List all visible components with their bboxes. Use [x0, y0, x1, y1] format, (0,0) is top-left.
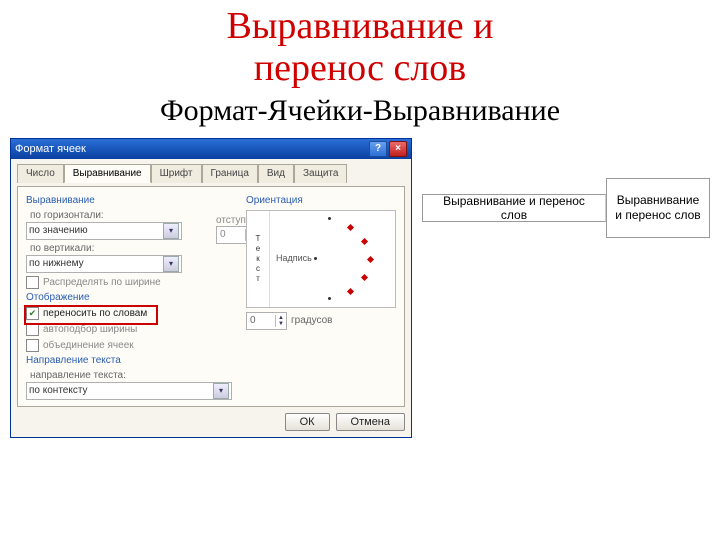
- help-button[interactable]: ?: [369, 141, 387, 157]
- chevron-down-icon: ▾: [163, 256, 179, 272]
- spin-degrees[interactable]: 0 ▲▼: [246, 312, 287, 330]
- dialog-titlebar: Формат ячеек ? ×: [11, 139, 411, 159]
- label-vertical: по вертикали:: [30, 243, 238, 254]
- group-display: Отображение: [26, 292, 238, 303]
- checkbox-icon: [26, 276, 39, 289]
- spin-degrees-value: 0: [250, 315, 256, 326]
- chevron-down-icon: ▾: [213, 383, 229, 399]
- orientation-arc[interactable]: Надпись: [270, 211, 395, 307]
- tabs: Число Выравнивание Шрифт Граница Вид Защ…: [17, 163, 405, 182]
- label-degrees: градусов: [291, 315, 332, 326]
- combo-text-direction-value: по контексту: [29, 385, 88, 396]
- cell-wrap: Выравнивание и перенос слов: [606, 178, 710, 238]
- tab-protection[interactable]: Защита: [294, 164, 347, 183]
- label-horizontal: по горизонтали:: [30, 210, 238, 221]
- tab-font[interactable]: Шрифт: [151, 164, 202, 183]
- tab-alignment[interactable]: Выравнивание: [64, 164, 151, 183]
- group-orientation: Ориентация: [246, 195, 396, 206]
- highlight-box-wrap: [24, 305, 158, 325]
- cancel-button[interactable]: Отмена: [336, 413, 405, 431]
- checkbox-distribute-label: Распределять по ширине: [43, 277, 161, 288]
- group-alignment: Выравнивание: [26, 195, 238, 206]
- group-direction: Направление текста: [26, 355, 238, 366]
- combo-horizontal[interactable]: по значению ▾: [26, 222, 182, 240]
- slide-subtitle: Формат-Ячейки-Выравнивание: [0, 94, 720, 128]
- example-cells: Выравнивание и перенос слов Выравнивание…: [422, 178, 710, 238]
- chevron-down-icon: ▾: [163, 223, 179, 239]
- orientation-box[interactable]: Текст Надпись: [246, 210, 396, 308]
- format-cells-dialog: Формат ячеек ? × Число Выравнивание Шриф…: [10, 138, 412, 438]
- label-text-direction: направление текста:: [30, 370, 238, 381]
- checkbox-icon: [26, 339, 39, 352]
- panel: Выравнивание по горизонтали: по значению…: [17, 186, 405, 407]
- combo-vertical-value: по нижнему: [29, 258, 84, 269]
- checkbox-shrink-label: автоподбор ширины: [43, 324, 137, 335]
- cell-nowrap: Выравнивание и перенос слов: [422, 194, 606, 222]
- slide-title: Выравнивание и перенос слов: [0, 6, 720, 90]
- checkbox-merge-label: объединение ячеек: [43, 340, 134, 351]
- spin-indent-value: 0: [220, 229, 226, 240]
- checkbox-distribute[interactable]: Распределять по ширине: [26, 276, 238, 289]
- orientation-vertical-text[interactable]: Текст: [247, 211, 270, 307]
- checkbox-merge[interactable]: объединение ячеек: [26, 339, 238, 352]
- tab-fill[interactable]: Вид: [258, 164, 294, 183]
- combo-vertical[interactable]: по нижнему ▾: [26, 255, 182, 273]
- dialog-title: Формат ячеек: [15, 143, 86, 155]
- ok-button[interactable]: ОК: [285, 413, 330, 431]
- combo-text-direction[interactable]: по контексту ▾: [26, 382, 232, 400]
- combo-horizontal-value: по значению: [29, 225, 88, 236]
- tab-border[interactable]: Граница: [202, 164, 258, 183]
- close-button[interactable]: ×: [389, 141, 407, 157]
- orientation-inner-label: Надпись: [276, 253, 312, 263]
- tab-number[interactable]: Число: [17, 164, 64, 183]
